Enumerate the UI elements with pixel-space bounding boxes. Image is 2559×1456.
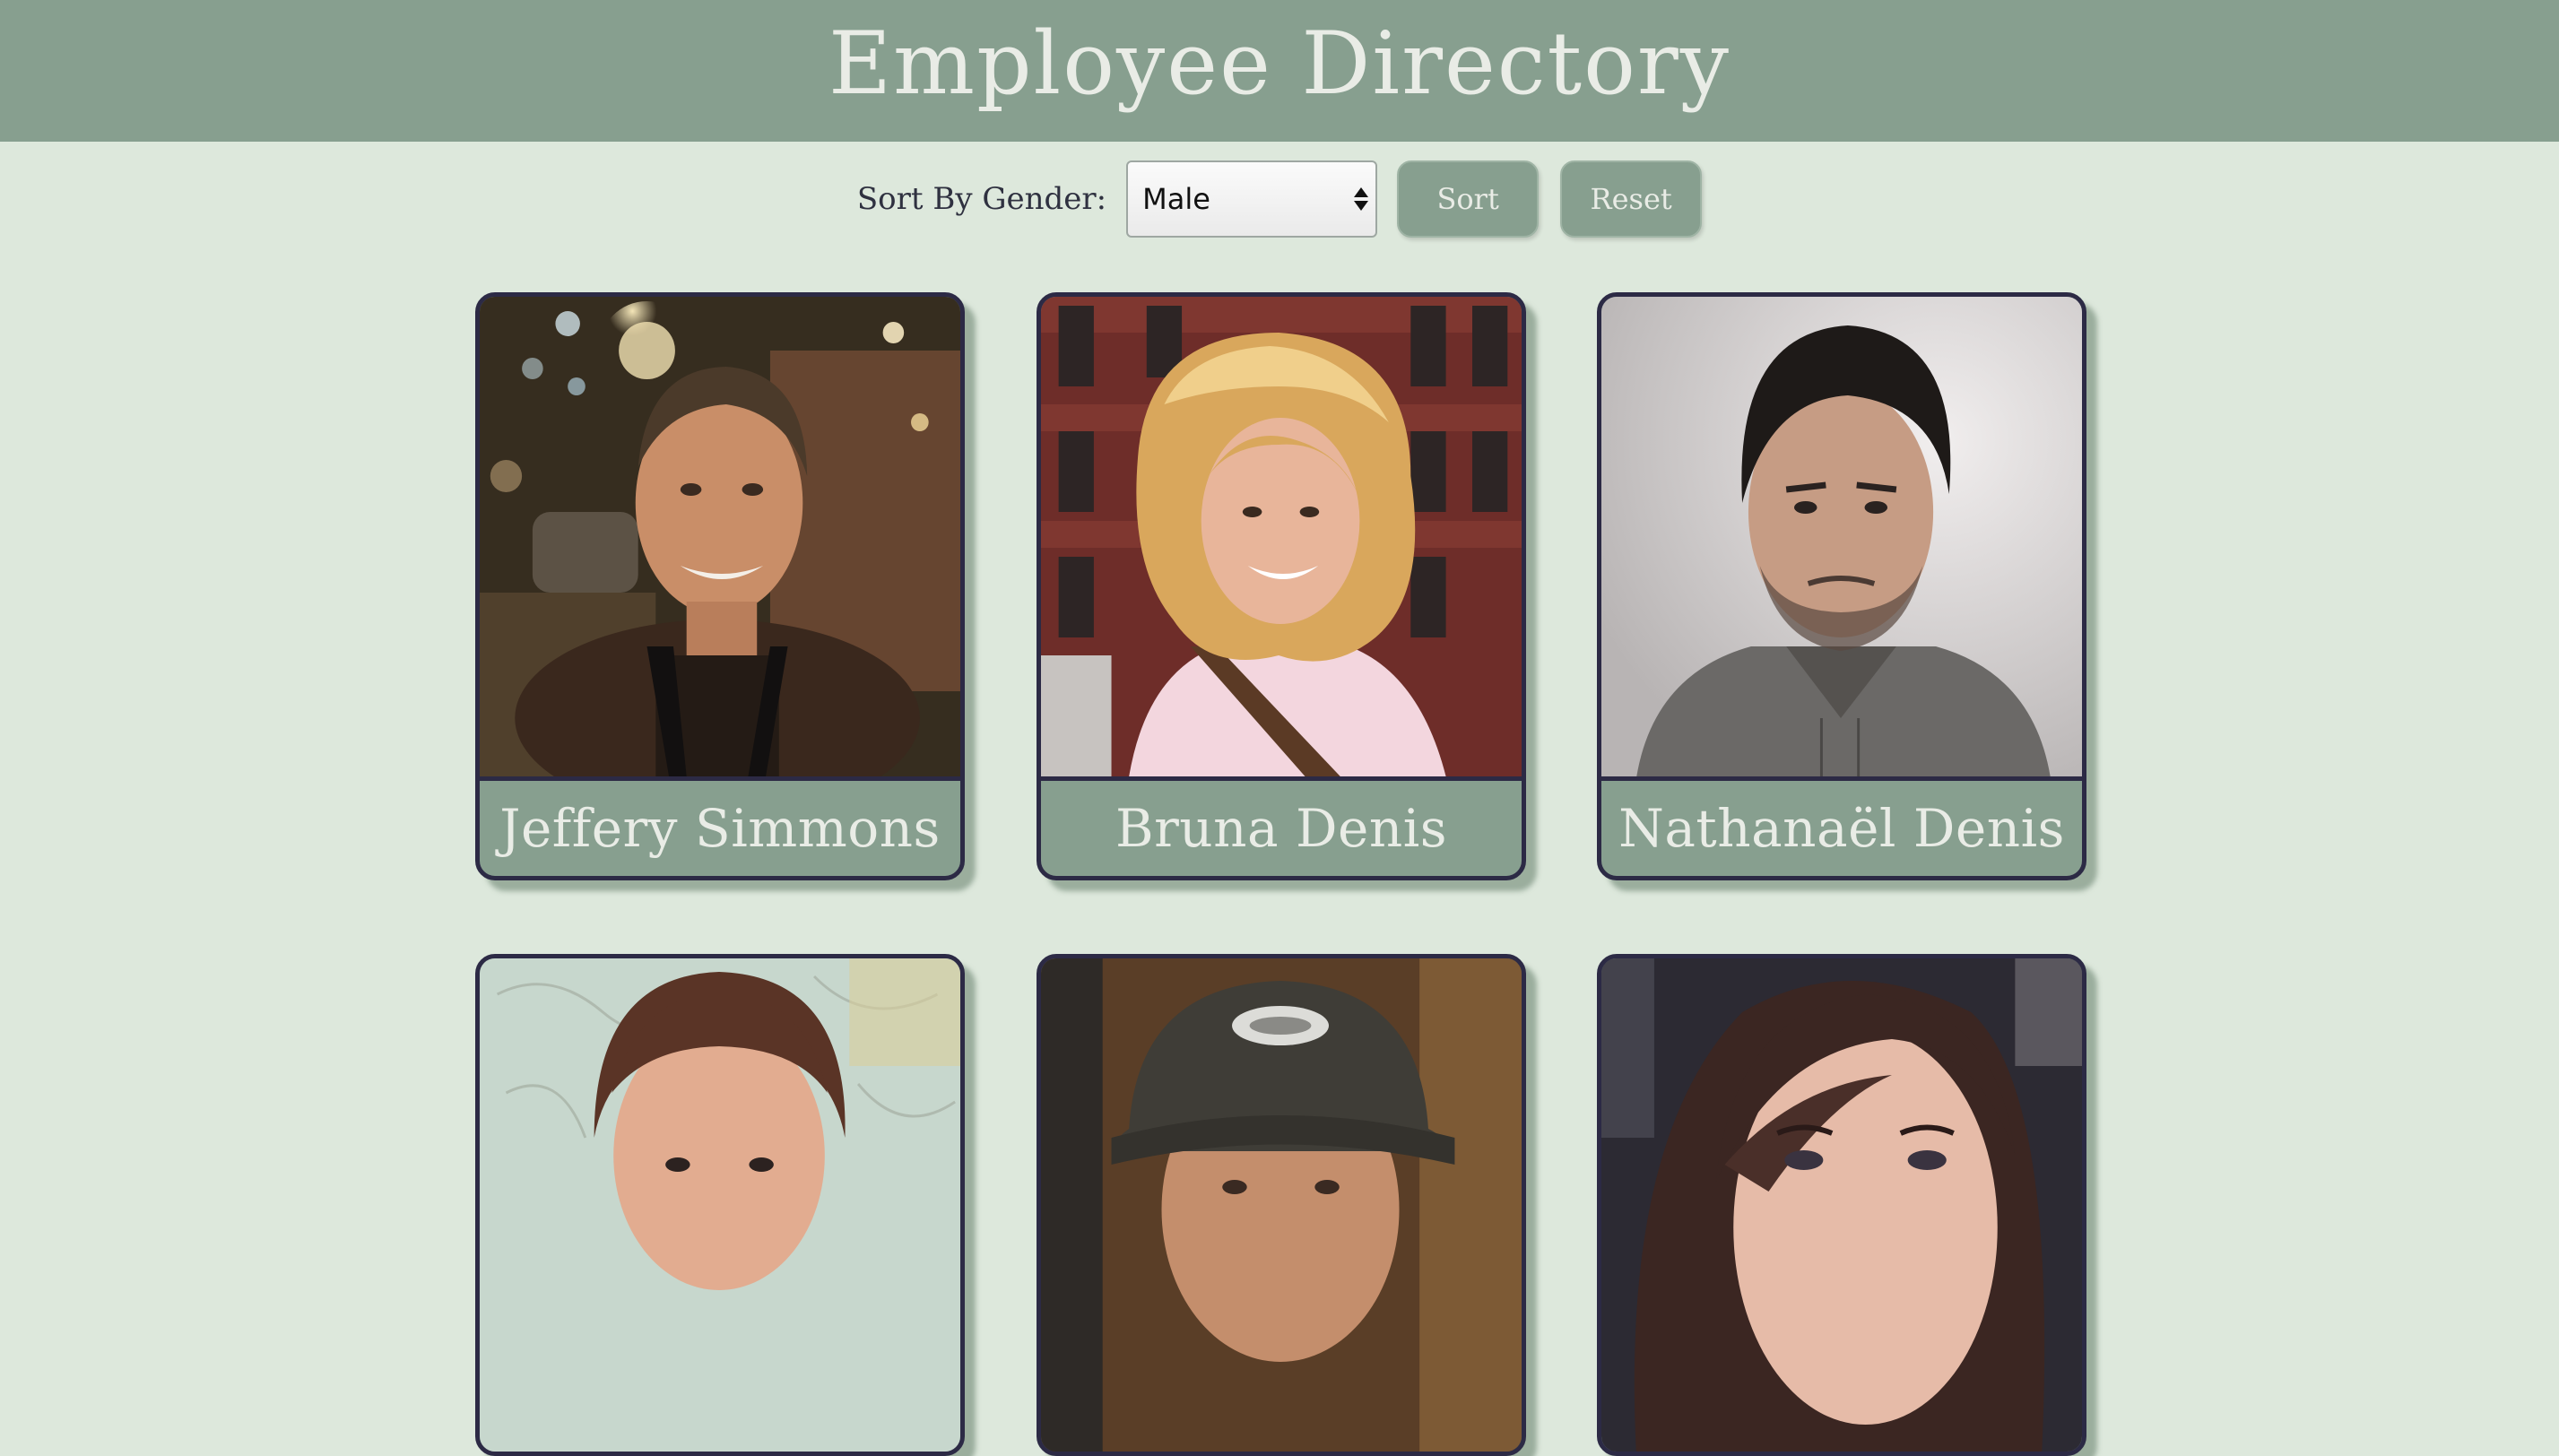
employee-card[interactable] [475, 954, 965, 1456]
employee-card[interactable] [1037, 954, 1526, 1456]
employee-card[interactable]: Nathanaël Denis [1597, 292, 2086, 880]
employee-name: Jeffery Simmons [499, 798, 941, 859]
employee-photo [1041, 958, 1522, 1452]
gender-select[interactable]: Male [1126, 160, 1378, 238]
employee-name: Nathanaël Denis [1618, 798, 2065, 859]
employee-photo [480, 297, 960, 781]
employee-photo [480, 958, 960, 1452]
reset-button[interactable]: Reset [1560, 160, 1703, 238]
employee-card[interactable]: Bruna Denis [1037, 292, 1526, 880]
gender-select-value: Male [1142, 182, 1210, 216]
employee-name: Bruna Denis [1115, 798, 1448, 859]
employee-photo [1601, 958, 2082, 1452]
sort-by-gender-label: Sort By Gender: [856, 181, 1107, 217]
employee-card[interactable] [1597, 954, 2086, 1456]
select-arrows-icon [1354, 187, 1369, 211]
employee-card[interactable]: Jeffery Simmons [475, 292, 965, 880]
employee-photo [1601, 297, 2082, 781]
sort-button[interactable]: Sort [1397, 160, 1540, 238]
employee-photo [1041, 297, 1522, 781]
page-title: Employee Directory [828, 13, 1731, 114]
page-header: Employee Directory [0, 0, 2559, 142]
sort-controls: Sort By Gender: Male Sort Reset [0, 160, 2559, 238]
